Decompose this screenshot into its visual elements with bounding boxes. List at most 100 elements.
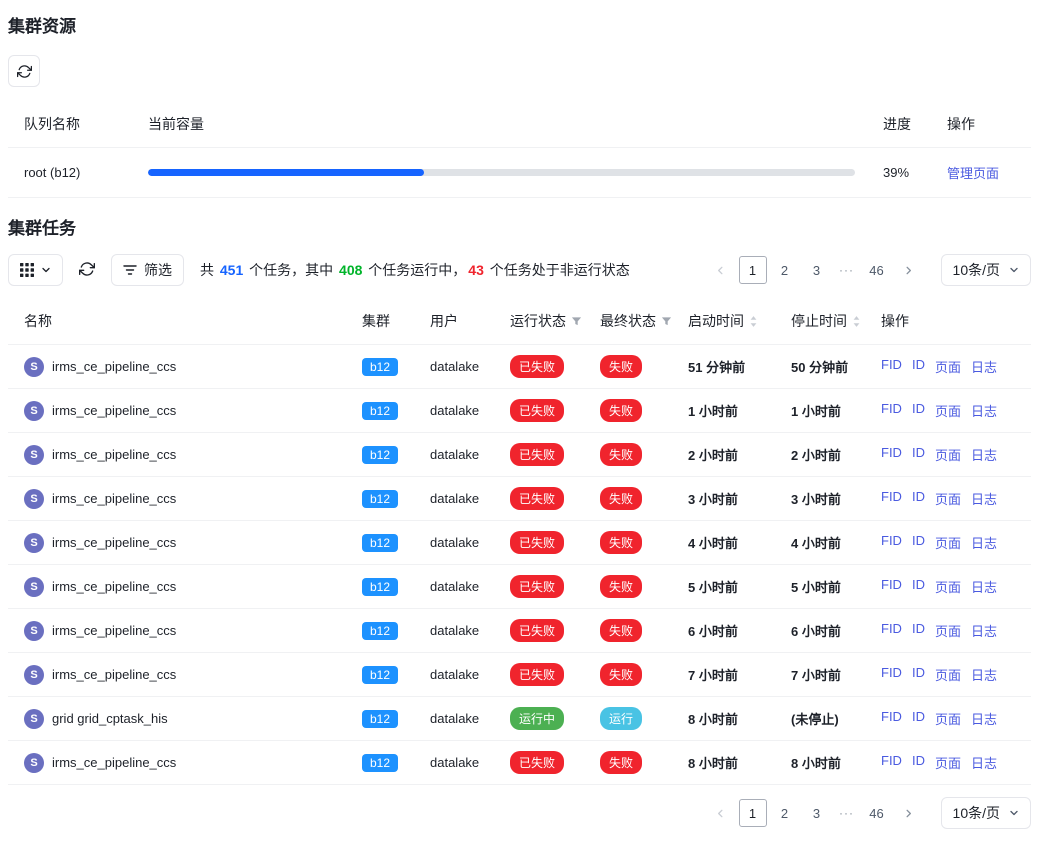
queue-progress-value: 39% [875,148,939,198]
task-id-link[interactable]: ID [912,665,925,684]
task-id-link[interactable]: ID [912,533,925,552]
stop-time: 2 小时前 [783,433,873,477]
page-3-button[interactable]: 3 [803,799,831,827]
page-46-button[interactable]: 46 [863,799,891,827]
cluster-badge: b12 [362,578,398,596]
task-log-link[interactable]: 日志 [971,533,997,552]
chevron-right-icon [903,808,914,819]
task-avatar-icon: S [24,489,44,509]
task-page-link[interactable]: 页面 [935,401,961,420]
task-id-link[interactable]: ID [912,753,925,772]
task-name: irms_ce_pipeline_ccs [52,491,176,506]
page-size-select[interactable]: 10条/页 [941,797,1031,829]
final-status-badge: 失败 [600,619,642,642]
task-fid-link[interactable]: FID [881,665,902,684]
page-size-select[interactable]: 10条/页 [941,254,1031,286]
pagination: 123···46 [707,799,923,827]
cluster-badge: b12 [362,402,398,420]
manage-page-link[interactable]: 管理页面 [947,166,999,181]
sorter-icon[interactable] [749,315,758,328]
task-log-link[interactable]: 日志 [971,753,997,772]
tasks-header-row: 名称集群用户运行状态最终状态启动时间停止时间操作 [8,298,1031,345]
page-ellipsis: ··· [835,263,859,277]
funnel-filter-icon[interactable] [661,316,672,327]
filter-lines-icon [123,264,137,276]
task-page-link[interactable]: 页面 [935,621,961,640]
task-avatar-icon: S [24,753,44,773]
chevron-left-icon [715,808,726,819]
task-name: irms_ce_pipeline_ccs [52,447,176,462]
capacity-progress-fill [148,169,424,176]
task-id-link[interactable]: ID [912,445,925,464]
task-page-link[interactable]: 页面 [935,753,961,772]
task-id-link[interactable]: ID [912,709,925,728]
final-status-badge: 失败 [600,487,642,510]
task-fid-link[interactable]: FID [881,489,902,508]
queue-capacity-cell [148,148,875,198]
task-fid-link[interactable]: FID [881,357,902,376]
task-fid-link[interactable]: FID [881,445,902,464]
task-page-link[interactable]: 页面 [935,665,961,684]
task-page-link[interactable]: 页面 [935,489,961,508]
task-log-link[interactable]: 日志 [971,445,997,464]
next-page-button[interactable] [895,256,923,284]
page-1-button[interactable]: 1 [739,799,767,827]
task-user: datalake [430,755,479,770]
task-id-link[interactable]: ID [912,489,925,508]
filter-button-label: 筛选 [144,260,172,280]
task-fid-link[interactable]: FID [881,577,902,596]
start-time: 4 小时前 [680,521,783,565]
task-page-link[interactable]: 页面 [935,357,961,376]
tasks-table: 名称集群用户运行状态最终状态启动时间停止时间操作 Sirms_ce_pipeli… [8,298,1031,785]
task-fid-link[interactable]: FID [881,621,902,640]
page-2-button[interactable]: 2 [771,799,799,827]
page-1-button[interactable]: 1 [739,256,767,284]
task-fid-link[interactable]: FID [881,709,902,728]
col-start-time: 启动时间 [680,298,783,345]
filter-button[interactable]: 筛选 [111,254,184,286]
page-2-button[interactable]: 2 [771,256,799,284]
task-page-link[interactable]: 页面 [935,577,961,596]
start-time: 6 小时前 [680,609,783,653]
task-fid-link[interactable]: FID [881,753,902,772]
view-mode-button[interactable] [8,254,63,286]
next-page-button[interactable] [895,799,923,827]
task-log-link[interactable]: 日志 [971,665,997,684]
final-status-badge: 失败 [600,663,642,686]
sorter-icon[interactable] [852,315,861,328]
task-page-link[interactable]: 页面 [935,533,961,552]
task-fid-link[interactable]: FID [881,401,902,420]
task-fid-link[interactable]: FID [881,533,902,552]
prev-page-button[interactable] [707,256,735,284]
task-id-link[interactable]: ID [912,401,925,420]
prev-page-button[interactable] [707,799,735,827]
task-log-link[interactable]: 日志 [971,577,997,596]
tasks-toolbar: 筛选 共 451 个任务，其中 408 个任务运行中，43 个任务处于非运行状态… [8,254,1031,286]
task-log-link[interactable]: 日志 [971,401,997,420]
task-row: Sgrid grid_cptask_hisb12datalake运行中运行8 小… [8,697,1031,741]
task-log-link[interactable]: 日志 [971,621,997,640]
stop-time: (未停止) [783,697,873,741]
stop-time: 3 小时前 [783,477,873,521]
tasks-refresh-button[interactable] [73,261,101,280]
cluster-tasks-section: 集群任务 筛选 [8,214,1031,845]
task-id-link[interactable]: ID [912,577,925,596]
funnel-filter-icon[interactable] [571,316,582,327]
final-status-badge: 失败 [600,751,642,774]
task-row: Sirms_ce_pipeline_ccsb12datalake已失败失败51 … [8,345,1031,389]
page-46-button[interactable]: 46 [863,256,891,284]
task-id-link[interactable]: ID [912,357,925,376]
toolbar-right: 123 ··· 46 10条/页 [707,254,1031,286]
resources-refresh-button[interactable] [8,55,40,87]
task-log-link[interactable]: 日志 [971,709,997,728]
task-id-link[interactable]: ID [912,621,925,640]
task-user: datalake [430,491,479,506]
run-status-badge: 已失败 [510,399,564,422]
task-page-link[interactable]: 页面 [935,709,961,728]
task-log-link[interactable]: 日志 [971,357,997,376]
page-3-button[interactable]: 3 [803,256,831,284]
refresh-icon [79,261,95,277]
task-page-link[interactable]: 页面 [935,445,961,464]
grid-apps-icon [20,263,34,277]
task-log-link[interactable]: 日志 [971,489,997,508]
